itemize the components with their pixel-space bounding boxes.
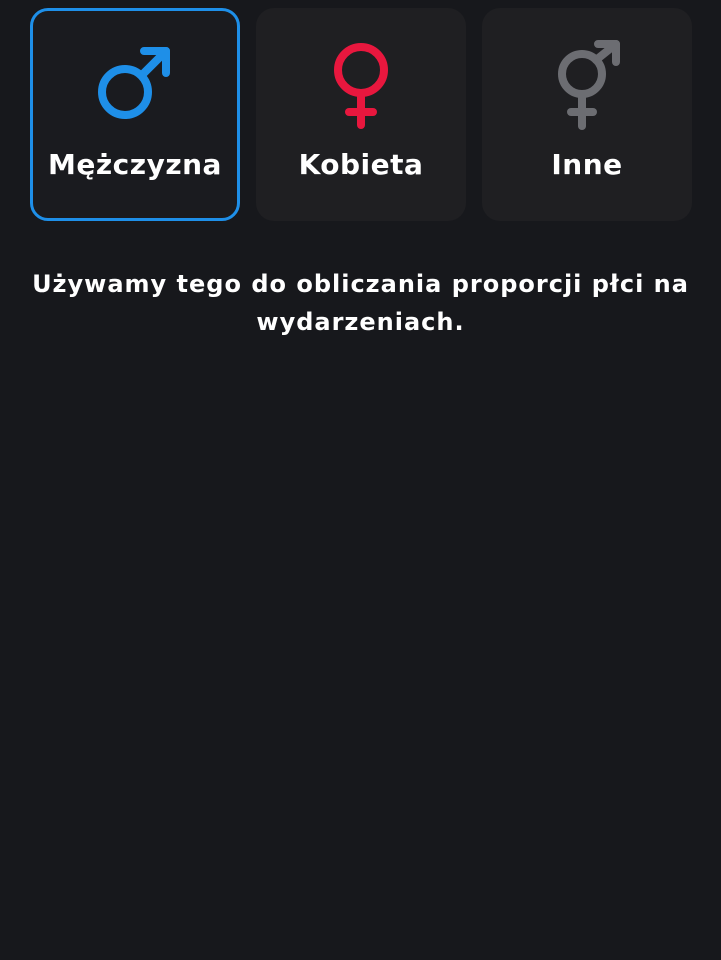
gender-option-male[interactable]: Mężczyzna (30, 8, 240, 221)
gender-label-other: Inne (551, 148, 623, 181)
female-symbol-icon (334, 43, 388, 129)
gender-selector: Mężczyzna Kobieta Inne (30, 8, 692, 221)
gender-option-other[interactable]: Inne (482, 8, 692, 221)
gender-info-text: Używamy tego do obliczania proporcji płc… (32, 270, 689, 336)
male-symbol-icon (98, 47, 170, 119)
gender-option-female[interactable]: Kobieta (256, 8, 466, 221)
gender-label-female: Kobieta (298, 148, 424, 181)
gender-label-male: Mężczyzna (48, 148, 222, 181)
transgender-symbol-icon (558, 40, 620, 130)
